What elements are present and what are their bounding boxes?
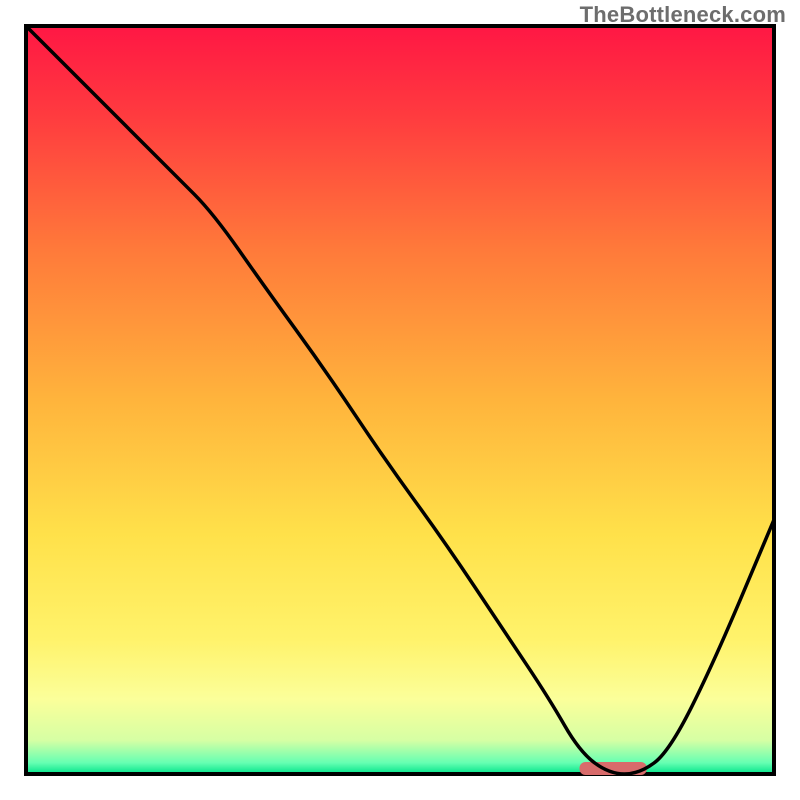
watermark-text: TheBottleneck.com [580,2,786,28]
chart-frame: TheBottleneck.com [0,0,800,800]
bottleneck-chart [0,0,800,800]
